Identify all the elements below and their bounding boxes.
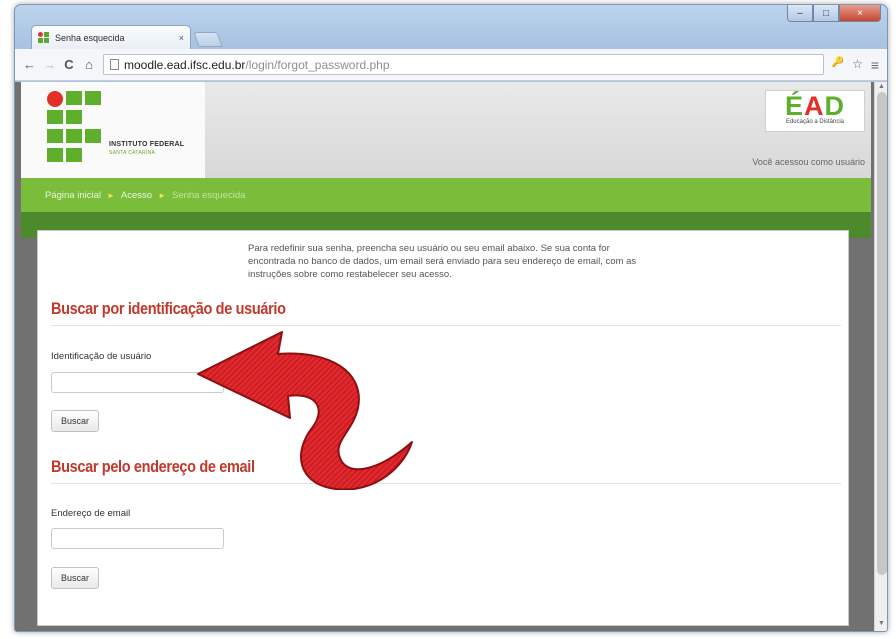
reload-icon[interactable]: C — [63, 57, 75, 72]
browser-toolbar: ← → C ⌂ moodle.ead.ifsc.edu.br/login/for… — [15, 49, 887, 81]
url-host: moodle.ead.ifsc.edu.br — [124, 57, 246, 72]
ifsc-logo-icon — [47, 87, 101, 163]
site-header: INSTITUTO FEDERAL SANTA CATARINA ÉAD Edu… — [21, 82, 871, 178]
minimize-button[interactable]: – — [787, 5, 813, 22]
email-search-section: Buscar pelo endereço de email Endereço d… — [51, 458, 841, 589]
ead-logo-mark: ÉAD — [784, 91, 845, 121]
username-search-section: Buscar por identificação de usuário Iden… — [51, 300, 841, 432]
institution-campus: SANTA CATARINA — [109, 150, 156, 156]
scroll-down-icon[interactable]: ▼ — [878, 620, 885, 627]
forward-icon[interactable]: → — [43, 57, 56, 72]
page-viewport: INSTITUTO FEDERAL SANTA CATARINA ÉAD Edu… — [15, 82, 887, 631]
browser-menu-icon[interactable]: ≡ — [871, 57, 879, 73]
login-status: Você acessou como usuário — [752, 157, 865, 167]
close-window-button[interactable]: × — [839, 5, 881, 22]
browser-window: – □ × Senha esquecida × ← → C ⌂ moodle.e… — [14, 4, 888, 632]
username-section-title: Buscar por identificação de usuário — [51, 300, 286, 318]
key-icon[interactable]: 🔑 — [832, 57, 844, 73]
username-label: Identificação de usuário — [51, 351, 152, 362]
divider — [51, 483, 841, 484]
breadcrumb-separator-icon: ► — [106, 190, 115, 200]
home-icon[interactable]: ⌂ — [83, 57, 95, 72]
main-content: Para redefinir sua senha, preencha seu u… — [37, 230, 849, 626]
search-username-button[interactable]: Buscar — [51, 410, 100, 432]
browser-tab[interactable]: Senha esquecida × — [31, 25, 191, 49]
site-favicon-icon — [38, 32, 49, 43]
breadcrumb: Página inicial ► Acesso ► Senha esquecid… — [21, 178, 871, 212]
tab-title: Senha esquecida — [55, 32, 125, 43]
email-label: Endereço de email — [51, 508, 131, 519]
window-controls: – □ × — [787, 5, 881, 22]
intro-text: Para redefinir sua senha, preencha seu u… — [248, 243, 637, 280]
institution-logo[interactable]: INSTITUTO FEDERAL SANTA CATARINA — [21, 82, 205, 178]
search-email-button[interactable]: Buscar — [51, 567, 100, 589]
tab-close-icon[interactable]: × — [179, 33, 184, 43]
url-path: /login/forgot_password.php — [245, 57, 390, 72]
scroll-up-icon[interactable]: ▲ — [878, 83, 885, 90]
username-input[interactable] — [51, 372, 224, 393]
new-tab-button[interactable] — [193, 32, 223, 47]
breadcrumb-home[interactable]: Página inicial — [45, 190, 101, 201]
scrollbar-thumb[interactable] — [877, 92, 887, 575]
ead-subtitle: Educação a Distância — [785, 119, 845, 125]
page-icon — [110, 59, 119, 70]
email-section-title: Buscar pelo endereço de email — [51, 458, 255, 476]
back-icon[interactable]: ← — [23, 57, 36, 72]
page-scrollbar[interactable]: ▲ ▼ — [874, 82, 887, 631]
divider — [51, 325, 841, 326]
breadcrumb-current: Senha esquecida — [171, 189, 246, 201]
bookmark-star-icon[interactable]: ☆ — [852, 57, 863, 73]
address-bar[interactable]: moodle.ead.ifsc.edu.br/login/forgot_pass… — [103, 54, 824, 75]
institution-name: INSTITUTO FEDERAL — [109, 141, 185, 148]
email-input[interactable] — [51, 528, 224, 549]
breadcrumb-access[interactable]: Acesso — [121, 190, 152, 201]
maximize-button[interactable]: □ — [813, 5, 839, 22]
ead-logo[interactable]: ÉAD Educação a Distância — [765, 90, 865, 132]
breadcrumb-separator-icon: ► — [158, 190, 166, 200]
